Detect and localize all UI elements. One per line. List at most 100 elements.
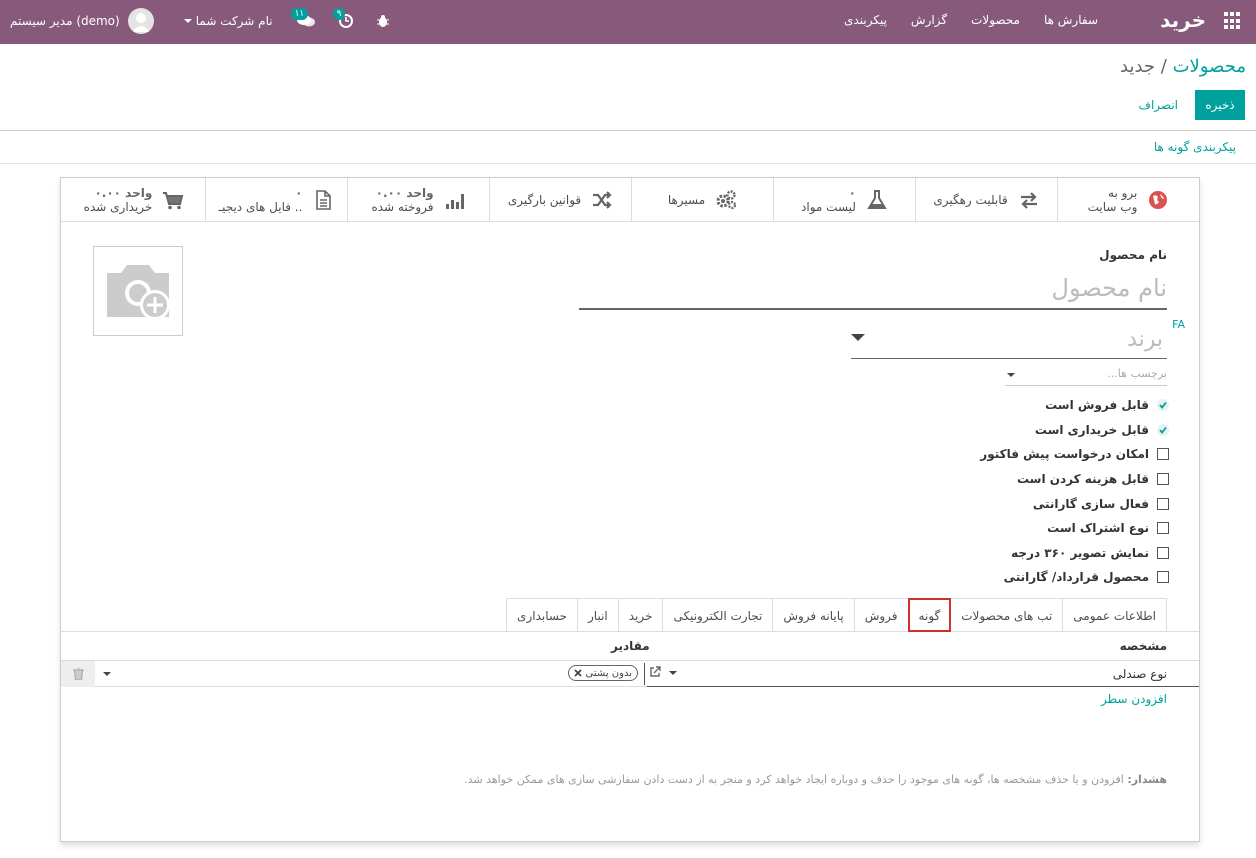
sold-label: فروخته شده <box>371 200 434 214</box>
product-name-input[interactable] <box>579 268 1167 310</box>
checkbox-can-be-purchased[interactable] <box>1157 423 1169 436</box>
routes-label: مسیرها <box>667 193 706 207</box>
option-label: فعال سازی گارانتی <box>1032 496 1149 511</box>
tags-input[interactable] <box>1005 367 1167 380</box>
flask-icon <box>866 189 888 211</box>
menu-products[interactable]: محصولات <box>971 13 1020 27</box>
save-button[interactable]: ذخیره <box>1195 90 1245 120</box>
checkbox-subscription[interactable] <box>1157 522 1169 535</box>
traceability-button[interactable]: قابلیت رهگیری <box>915 178 1057 222</box>
product-options: قابل فروش است قابل خریداری است امکان درخ… <box>980 393 1169 590</box>
sold-qty: ۰.۰۰ واحد <box>375 186 434 200</box>
values-input[interactable]: بدون پشتی <box>97 663 645 685</box>
cogs-icon <box>715 189 737 211</box>
putaway-rules-button[interactable]: قوانین بارگیری <box>489 178 631 222</box>
value-tag-label: بدون پشتی <box>585 667 632 679</box>
tab-inventory[interactable]: انبار <box>577 598 619 632</box>
chevron-down-icon[interactable] <box>669 671 677 675</box>
discard-button[interactable]: انصراف <box>1131 90 1186 120</box>
option-label: قابل خریداری است <box>1034 422 1149 437</box>
website-button[interactable]: برو به وب سایت <box>1057 178 1199 222</box>
option-can-be-purchased: قابل خریداری است <box>980 418 1169 443</box>
divider <box>0 163 1256 164</box>
table-row[interactable]: نوع صندلی بدون پشتی <box>61 661 1199 687</box>
purchased-button[interactable]: ۰.۰۰ واحد خریداری شده <box>63 178 205 222</box>
bom-button[interactable]: ۰ لیست مواد <box>773 178 915 222</box>
column-header-values[interactable]: مقادیر <box>611 639 650 653</box>
sold-button[interactable]: ۰.۰۰ واحد فروخته شده <box>347 178 489 222</box>
product-image-upload[interactable] <box>93 246 183 336</box>
warning-label: هشدار: <box>1127 773 1167 786</box>
attribute-value[interactable]: نوع صندلی <box>1113 667 1167 681</box>
translate-button[interactable]: FA <box>1172 318 1185 331</box>
main-menu: سفارش ها محصولات گزارش پیکربندی <box>844 13 1098 27</box>
tab-ecommerce[interactable]: تجارت الکترونیکی <box>662 598 774 632</box>
digital-files-button[interactable]: ۰ فایل های دیجیـ .. <box>205 178 347 222</box>
trash-icon <box>72 668 84 680</box>
checkbox-contract-warranty[interactable] <box>1157 571 1169 584</box>
variants-warning: هشدار: افزودن و یا حذف مشخصه ها، گونه ها… <box>464 773 1167 786</box>
option-warranty: فعال سازی گارانتی <box>980 491 1169 516</box>
option-subscription: نوع اشتراک است <box>980 516 1169 541</box>
shuffle-icon <box>591 189 613 211</box>
option-label: نوع اشتراک است <box>1047 521 1149 536</box>
menu-configuration[interactable]: پیکربندی <box>844 13 887 27</box>
top-navbar: خرید سفارش ها محصولات گزارش پیکربندی مدی… <box>0 0 1256 44</box>
checkbox-can-be-sold[interactable] <box>1157 399 1169 412</box>
remove-tag-icon[interactable] <box>573 669 582 677</box>
digital-files-label: فایل های دیجیـ .. <box>218 200 303 214</box>
tab-accounting[interactable]: حسابداری <box>506 598 578 632</box>
website-line2: وب سایت <box>1087 200 1138 214</box>
digital-files-count: ۰ <box>295 186 303 200</box>
form-tabs: اطلاعات عمومی تب های محصولات گونه فروش پ… <box>506 598 1167 632</box>
tab-purchase[interactable]: خرید <box>617 598 664 632</box>
value-tag: بدون پشتی <box>567 665 638 681</box>
external-link-icon[interactable] <box>649 666 661 678</box>
debug-button[interactable] <box>376 14 389 28</box>
company-switcher[interactable]: نام شرکت شما <box>183 14 273 28</box>
tab-product-tabs[interactable]: تب های محصولات <box>950 598 1064 632</box>
configure-variants-button[interactable]: پیکربندی گونه ها <box>1154 140 1236 154</box>
menu-reporting[interactable]: گزارش <box>911 13 947 27</box>
tab-point-of-sale[interactable]: پایانه فروش <box>772 598 855 632</box>
camera-plus-icon <box>107 265 170 320</box>
activities-button[interactable]: ۹ <box>332 8 353 28</box>
column-header-attribute[interactable]: مشخصه <box>1120 639 1167 653</box>
checkbox-warranty[interactable] <box>1157 497 1169 510</box>
apps-menu-icon[interactable] <box>1224 12 1242 30</box>
option-can-be-sold: قابل فروش است <box>980 393 1169 418</box>
menu-orders[interactable]: سفارش ها <box>1044 13 1098 27</box>
exchange-icon <box>1018 189 1040 211</box>
breadcrumb-current: جدید <box>1120 56 1156 77</box>
breadcrumb-separator: / <box>1160 56 1167 77</box>
tab-sales[interactable]: فروش <box>853 598 909 632</box>
brand-field[interactable] <box>851 321 1167 359</box>
file-icon <box>312 189 334 211</box>
systray: مدیر سیستم (demo) نام شرکت شما ۱۱ ۹ <box>10 6 389 36</box>
chevron-down-icon[interactable] <box>851 334 865 341</box>
breadcrumb-parent[interactable]: محصولات <box>1173 56 1246 77</box>
brand-input[interactable] <box>851 321 1167 358</box>
add-line-button[interactable]: افزودن سطر <box>1101 692 1167 706</box>
globe-icon <box>1147 189 1169 211</box>
checkbox-quotation-request[interactable] <box>1157 448 1169 461</box>
bug-icon <box>376 15 389 27</box>
chevron-down-icon[interactable] <box>103 672 111 676</box>
messages-button[interactable]: ۱۱ <box>290 8 315 28</box>
option-label: نمایش تصویر ۳۶۰ درجه <box>1011 545 1149 560</box>
chevron-down-icon[interactable] <box>1007 373 1015 377</box>
tab-variants[interactable]: گونه <box>907 598 952 632</box>
option-quotation-request: امکان درخواست پیش فاکتور <box>980 442 1169 467</box>
delete-row-button[interactable] <box>61 661 95 687</box>
checkbox-360-image[interactable] <box>1157 546 1169 559</box>
tab-general-information[interactable]: اطلاعات عمومی <box>1062 598 1167 632</box>
warning-text: افزودن و یا حذف مشخصه ها، گونه های موجود… <box>464 773 1124 786</box>
checkbox-can-be-expensed[interactable] <box>1157 473 1169 486</box>
user-name[interactable]: مدیر سیستم (demo) <box>10 14 120 28</box>
avatar[interactable] <box>127 8 154 34</box>
website-line1: برو به <box>1108 186 1138 200</box>
routes-button[interactable]: مسیرها <box>631 178 773 222</box>
bom-count: ۰ <box>848 186 856 200</box>
tags-field[interactable] <box>1005 366 1167 386</box>
form-sheet: برو به وب سایت قابلیت رهگیری ۰ لیست مواد م… <box>60 177 1200 842</box>
